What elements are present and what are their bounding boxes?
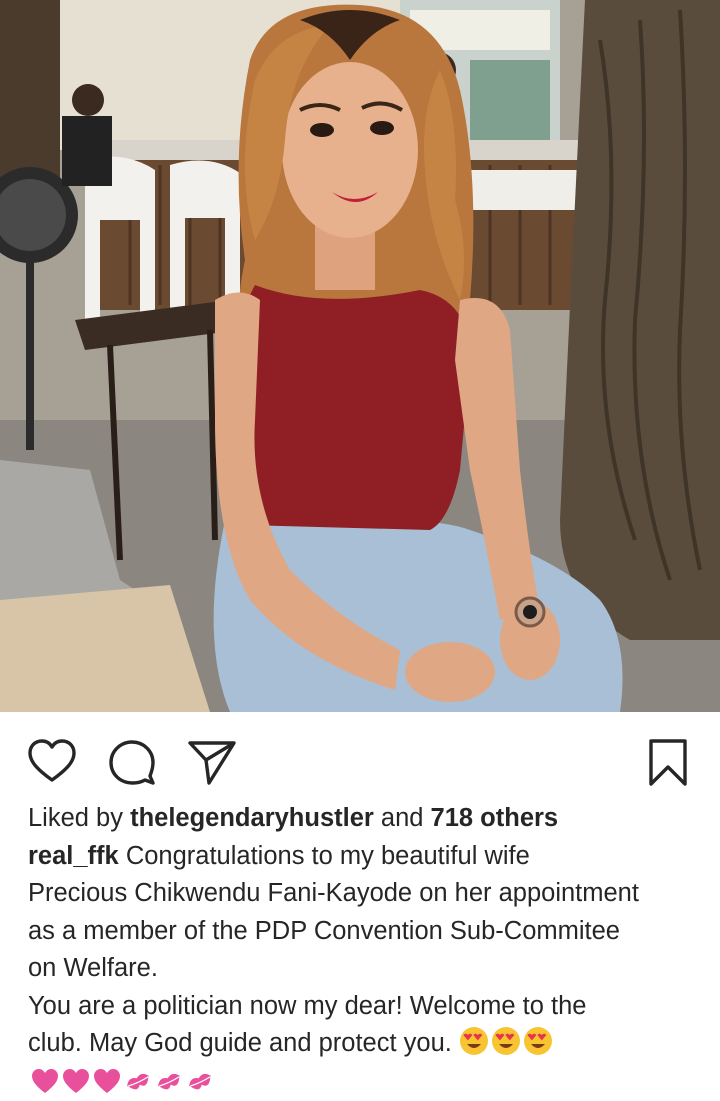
liked-by-and: and: [380, 804, 424, 832]
kiss-mark-icon: [185, 1066, 215, 1096]
liked-by-prefix: Liked by: [28, 804, 123, 832]
paper-plane-icon[interactable]: [186, 736, 238, 788]
heart-eyes-emoji-icon: [459, 1026, 489, 1056]
heart-eyes-emoji-icon: [523, 1026, 553, 1056]
caption-text-line: as a member of the PDP Convention Sub-Co…: [28, 916, 620, 945]
post-meta: Liked by thelegendaryhustler and 718 oth…: [28, 800, 698, 1063]
liked-by-user-link[interactable]: thelegendaryhustler: [130, 804, 374, 832]
caption-username-link[interactable]: real_ffk: [28, 842, 119, 870]
caption-text-line: Precious Chikwendu Fani-Kayode on her ap…: [28, 879, 639, 907]
liked-by-line[interactable]: Liked by thelegendaryhustler and 718 oth…: [28, 800, 698, 838]
post-photo[interactable]: [0, 0, 720, 712]
pink-heart-icon: [61, 1066, 91, 1096]
kiss-mark-icon: [154, 1066, 184, 1096]
caption-text-line: Congratulations to my beautiful wife: [125, 841, 530, 870]
bookmark-icon[interactable]: [642, 736, 694, 788]
caption-text-line: on Welfare.: [28, 954, 158, 982]
caption-emoji-row: [30, 1066, 216, 1096]
kiss-mark-icon: [123, 1066, 153, 1096]
post-caption: real_ffk Congratulations to my beautiful…: [28, 838, 698, 1063]
pink-heart-icon: [92, 1066, 122, 1096]
heart-outline-icon[interactable]: [26, 736, 78, 788]
liked-by-others-link[interactable]: 718 others: [431, 804, 559, 832]
post-action-bar: [0, 712, 720, 804]
heart-eyes-emoji-icon: [491, 1026, 521, 1056]
post-photo-image: [0, 0, 720, 712]
comment-bubble-icon[interactable]: [106, 736, 158, 788]
caption-text-line: You are a politician now my dear! Welcom…: [28, 991, 587, 1020]
caption-text-line: club. May God guide and protect you.: [28, 1029, 452, 1057]
pink-heart-icon: [30, 1066, 60, 1096]
